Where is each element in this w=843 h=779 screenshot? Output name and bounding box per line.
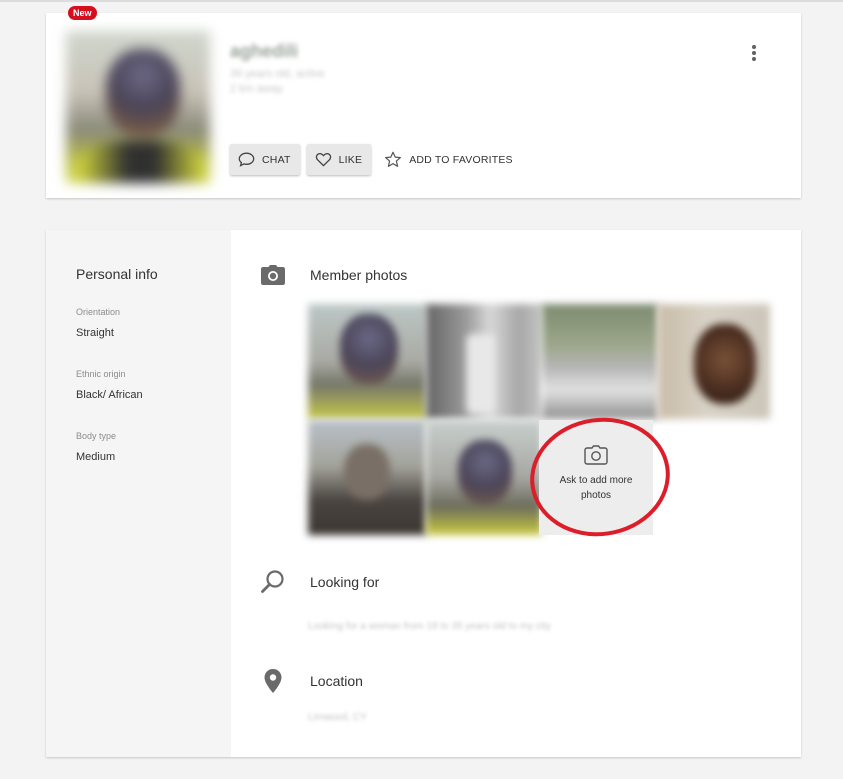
profile-details-card: Personal info Orientation Straight Ethni… [46, 230, 801, 757]
body-type-label: Body type [76, 431, 117, 441]
member-photo-6[interactable] [426, 420, 542, 535]
heart-icon [315, 152, 331, 167]
new-badge: New [68, 6, 97, 20]
body-type-value: Medium [76, 451, 116, 463]
star-icon [385, 151, 402, 167]
top-divider [0, 0, 843, 2]
chat-button-label: CHAT [262, 153, 291, 166]
member-photos-title: Member photos [310, 267, 408, 283]
add-to-favorites-label: ADD TO FAVORITES [409, 153, 513, 166]
more-options-button[interactable] [745, 43, 763, 63]
camera-icon [261, 265, 285, 285]
looking-for-title: Looking for [310, 574, 380, 590]
personal-info-sidebar: Personal info Orientation Straight Ethni… [46, 230, 231, 757]
location-title: Location [310, 673, 363, 689]
member-photo-2[interactable] [426, 304, 542, 419]
profile-meta-distance: 2 km away [230, 83, 283, 95]
member-photo-4[interactable] [658, 304, 770, 419]
ethnic-origin-label: Ethnic origin [76, 369, 126, 379]
member-photo-1[interactable] [308, 304, 426, 419]
looking-for-text: Looking for a woman from 18 to 35 years … [308, 621, 551, 632]
member-photo-5[interactable] [308, 420, 426, 535]
like-button-label: LIKE [338, 153, 363, 166]
profile-username: aghedili [230, 41, 299, 61]
add-to-favorites-button[interactable]: ADD TO FAVORITES [384, 151, 513, 168]
more-vert-icon [752, 45, 756, 49]
chat-bubble-icon [238, 152, 255, 167]
member-photo-3[interactable] [542, 304, 658, 419]
profile-header-card: New aghedili 39 years old, active 2 km a… [46, 6, 801, 198]
ask-more-photos-label: Ask to add more photos [559, 474, 633, 501]
orientation-label: Orientation [76, 307, 121, 317]
ethnic-origin-value: Black/ African [76, 389, 143, 401]
personal-info-title: Personal info [76, 266, 158, 282]
location-pin-icon [264, 669, 282, 693]
ask-more-photos-button[interactable]: Ask to add more photos [539, 420, 653, 535]
profile-actions: CHAT LIKE ADD TO FAVORITES [230, 144, 513, 175]
chat-button[interactable]: CHAT [230, 144, 300, 175]
profile-meta-age: 39 years old, active [230, 68, 325, 80]
like-button[interactable]: LIKE [306, 144, 372, 175]
profile-avatar[interactable] [66, 31, 210, 183]
search-icon [261, 570, 284, 593]
location-text: Limassol, CY [308, 712, 367, 723]
orientation-value: Straight [76, 327, 114, 339]
camera-outline-icon [584, 444, 608, 465]
